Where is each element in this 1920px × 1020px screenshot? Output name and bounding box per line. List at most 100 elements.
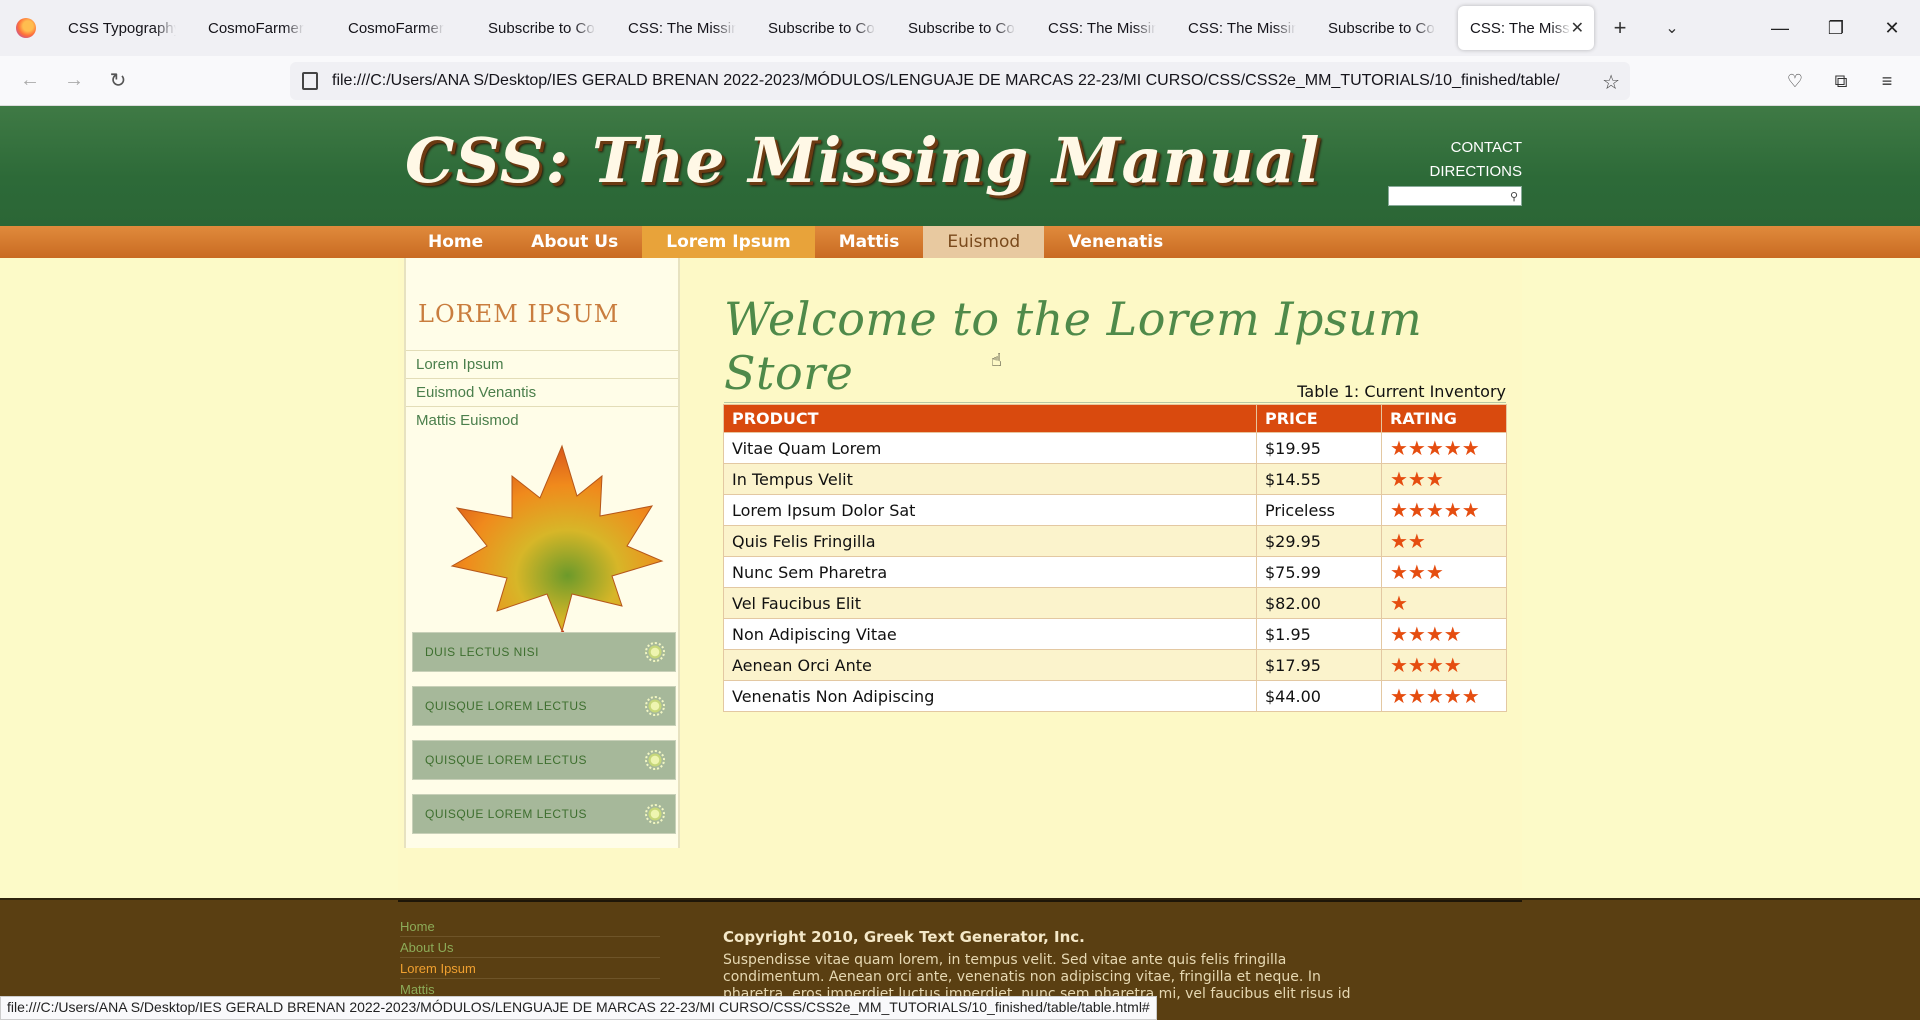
tab-label: Subscribe to Cosm [1328, 19, 1436, 37]
new-tab-icon[interactable]: + [1594, 0, 1646, 56]
site-banner: CSS: The Missing Manual CONTACT DIRECTIO… [0, 106, 1920, 226]
directions-link[interactable]: DIRECTIONS [1429, 160, 1522, 184]
tab-item[interactable]: CSS: The Missing [1032, 6, 1172, 50]
sidebar-button[interactable]: QUISQUE LOREM LECTUS [412, 794, 676, 834]
sidebar-button-label: DUIS LECTUS NISI [425, 645, 540, 659]
footer-link[interactable]: Lorem Ipsum [400, 958, 660, 979]
sidebar-link[interactable]: Euismod Venantis [406, 378, 678, 406]
sidebar: LOREM IPSUM Lorem Ipsum Euismod Venantis M… [404, 258, 680, 848]
column-header-product: PRODUCT [723, 404, 1257, 433]
sidebar-link[interactable]: Mattis Euismod [406, 406, 678, 434]
product-cell: Vitae Quam Lorem [723, 432, 1257, 464]
list-tabs-icon[interactable]: ⌄ [1646, 0, 1698, 56]
sidebar-button-label: QUISQUE LOREM LECTUS [425, 807, 588, 821]
tab-label: CSS: The Missing [1048, 19, 1156, 37]
restore-icon[interactable]: ❐ [1808, 0, 1864, 56]
sidebar-link[interactable]: Lorem Ipsum [406, 350, 678, 378]
url-bar[interactable]: file:///C:/Users/ANA S/Desktop/IES GERAL… [290, 62, 1630, 100]
minimize-icon[interactable]: — [1752, 0, 1808, 56]
price-cell: $75.99 [1256, 556, 1382, 588]
column-header-rating: RATING [1381, 404, 1507, 433]
web-page: CSS: The Missing Manual CONTACT DIRECTIO… [0, 106, 1920, 1020]
star-rating-icon: ★★★★★ [1390, 498, 1480, 522]
sun-icon [645, 642, 665, 662]
sidebar-button[interactable]: DUIS LECTUS NISI [412, 632, 676, 672]
maple-leaf-image [450, 444, 664, 636]
bookmark-star-icon[interactable]: ☆ [1602, 70, 1620, 95]
rating-cell: ★★★★★ [1381, 494, 1507, 526]
firefox-icon[interactable] [0, 0, 52, 56]
tab-active[interactable]: CSS: The Missing ✕ [1458, 6, 1594, 50]
table-row: Nunc Sem Pharetra $75.99 ★★★ [723, 556, 1507, 588]
tab-item[interactable]: CSS: The Missing [1172, 6, 1312, 50]
extensions-icon[interactable]: ⧉ [1818, 61, 1864, 101]
star-rating-icon: ★★★★★ [1390, 436, 1480, 460]
table-caption: Table 1: Current Inventory [1297, 382, 1506, 401]
rating-cell: ★★★★★ [1381, 432, 1507, 464]
tab-item[interactable]: CosmoFarmer [332, 6, 472, 50]
search-input[interactable]: ⚲ [1388, 186, 1522, 206]
footer-divider [398, 900, 1522, 902]
close-tab-icon[interactable]: ✕ [1571, 18, 1584, 38]
table-header-row: PRODUCT PRICE RATING [723, 404, 1507, 433]
footer-links: Home About Us Lorem Ipsum Mattis [400, 916, 660, 1000]
star-rating-icon: ★★★★ [1390, 653, 1462, 677]
nav-item-about-us[interactable]: About Us [507, 226, 642, 258]
product-cell: Non Adipiscing Vitae [723, 618, 1257, 650]
nav-item-venenatis[interactable]: Venenatis [1044, 226, 1187, 258]
tab-item[interactable]: CSS Typography [52, 6, 192, 50]
rating-cell: ★★★ [1381, 463, 1507, 495]
product-cell: Quis Felis Fringilla [723, 525, 1257, 557]
price-cell: $82.00 [1256, 587, 1382, 619]
tab-label: Subscribe to Cosm [488, 19, 596, 37]
tab-label: CosmoFarmer [208, 19, 304, 37]
footer-link[interactable]: Home [400, 916, 660, 937]
table-row: Non Adipiscing Vitae $1.95 ★★★★ [723, 618, 1507, 650]
status-bar: file:///C:/Users/ANA S/Desktop/IES GERAL… [0, 996, 1157, 1020]
tab-label: CSS: The Missing [628, 19, 736, 37]
close-window-icon[interactable]: ✕ [1864, 0, 1920, 56]
tab-label: CSS: The Missing [1470, 19, 1571, 37]
tab-item[interactable]: CosmoFarmer [192, 6, 332, 50]
sidebar-button[interactable]: QUISQUE LOREM LECTUS [412, 686, 676, 726]
sidebar-button[interactable]: QUISQUE LOREM LECTUS [412, 740, 676, 780]
inventory-table: PRODUCT PRICE RATING Vitae Quam Lorem $19… [723, 404, 1507, 712]
forward-icon[interactable]: → [52, 61, 96, 101]
nav-item-home[interactable]: Home [404, 226, 507, 258]
sun-icon [645, 696, 665, 716]
search-icon[interactable]: ⚲ [1510, 190, 1518, 203]
star-rating-icon: ★★ [1390, 529, 1426, 553]
tab-label: Subscribe to Cosm [908, 19, 1016, 37]
pocket-icon[interactable]: ♡ [1772, 61, 1818, 101]
rating-cell: ★★★★ [1381, 618, 1507, 650]
main-nav: Home About Us Lorem Ipsum Mattis Euismod Vene… [0, 226, 1920, 258]
sun-icon [645, 750, 665, 770]
tab-item[interactable]: Subscribe to Cosm [752, 6, 892, 50]
nav-item-mattis[interactable]: Mattis [815, 226, 924, 258]
price-cell: $44.00 [1256, 680, 1382, 712]
rating-cell: ★★★ [1381, 556, 1507, 588]
tab-item[interactable]: Subscribe to Cosm [892, 6, 1032, 50]
nav-item-euismod[interactable]: Euismod [923, 226, 1045, 258]
menu-icon[interactable]: ≡ [1864, 61, 1910, 101]
tab-label: CSS Typography [68, 19, 176, 37]
table-row: In Tempus Velit $14.55 ★★★ [723, 463, 1507, 495]
tab-item[interactable]: Subscribe to Cosm [1312, 6, 1452, 50]
url-text[interactable]: file:///C:/Users/ANA S/Desktop/IES GERAL… [332, 72, 1560, 90]
back-icon[interactable]: ← [8, 61, 52, 101]
reload-icon[interactable]: ↻ [96, 61, 140, 101]
nav-item-lorem-ipsum[interactable]: Lorem Ipsum [642, 226, 815, 258]
rating-cell: ★★ [1381, 525, 1507, 557]
tab-item[interactable]: Subscribe to Cosm [472, 6, 612, 50]
sidebar-links: Lorem Ipsum Euismod Venantis Mattis Euismo… [406, 350, 678, 434]
contact-link[interactable]: CONTACT [1429, 136, 1522, 160]
tab-item[interactable]: CSS: The Missing [612, 6, 752, 50]
price-cell: $14.55 [1256, 463, 1382, 495]
product-cell: In Tempus Velit [723, 463, 1257, 495]
table-row: Venenatis Non Adipiscing $44.00 ★★★★★ [723, 680, 1507, 712]
tab-label: CSS: The Missing [1188, 19, 1296, 37]
tab-label: Subscribe to Cosm [768, 19, 876, 37]
table-row: Vitae Quam Lorem $19.95 ★★★★★ [723, 432, 1507, 464]
table-row: Quis Felis Fringilla $29.95 ★★ [723, 525, 1507, 557]
footer-link[interactable]: About Us [400, 937, 660, 958]
